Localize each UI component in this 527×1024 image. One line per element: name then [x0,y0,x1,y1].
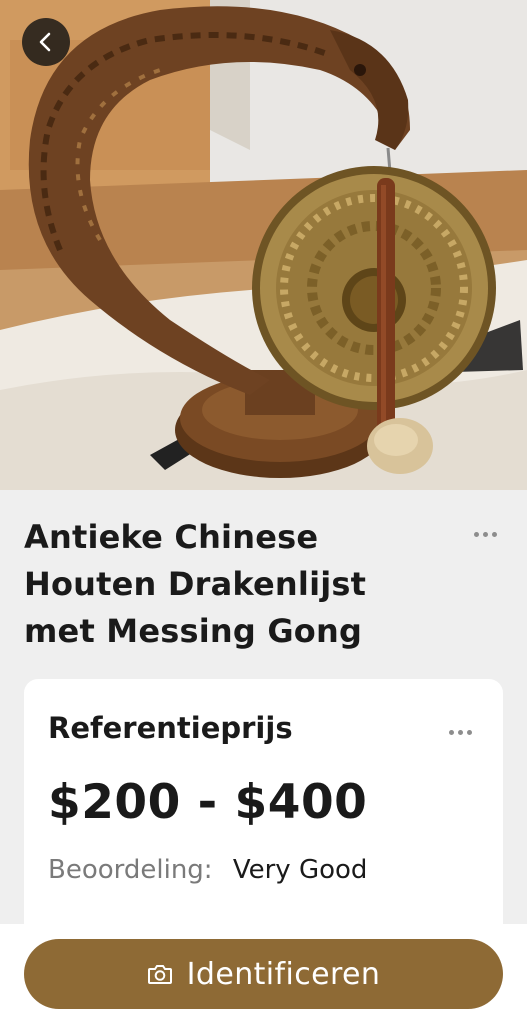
item-photo [0,0,527,490]
chevron-left-icon [39,32,51,52]
identify-button[interactable]: Identificeren [24,939,503,1009]
card-heading: Referentieprijs [48,711,293,745]
rating-label: Beoordeling: [48,855,213,885]
item-title: Antieke Chinese Houten Drakenlijst met M… [24,518,367,650]
identify-label: Identificeren [186,956,381,992]
price-range: $200 - $400 [48,775,368,830]
back-button[interactable] [22,18,70,66]
camera-icon [147,963,173,985]
more-options-icon[interactable] [472,526,499,543]
rating-value: Very Good [232,855,368,885]
card-more-options-icon[interactable] [447,724,474,741]
item-detail-screen: Antieke Chinese Houten Drakenlijst met M… [0,0,527,1024]
bottom-action-bar: Identificeren [0,924,527,1024]
rating-row: Beoordeling: Very Good [48,855,367,885]
